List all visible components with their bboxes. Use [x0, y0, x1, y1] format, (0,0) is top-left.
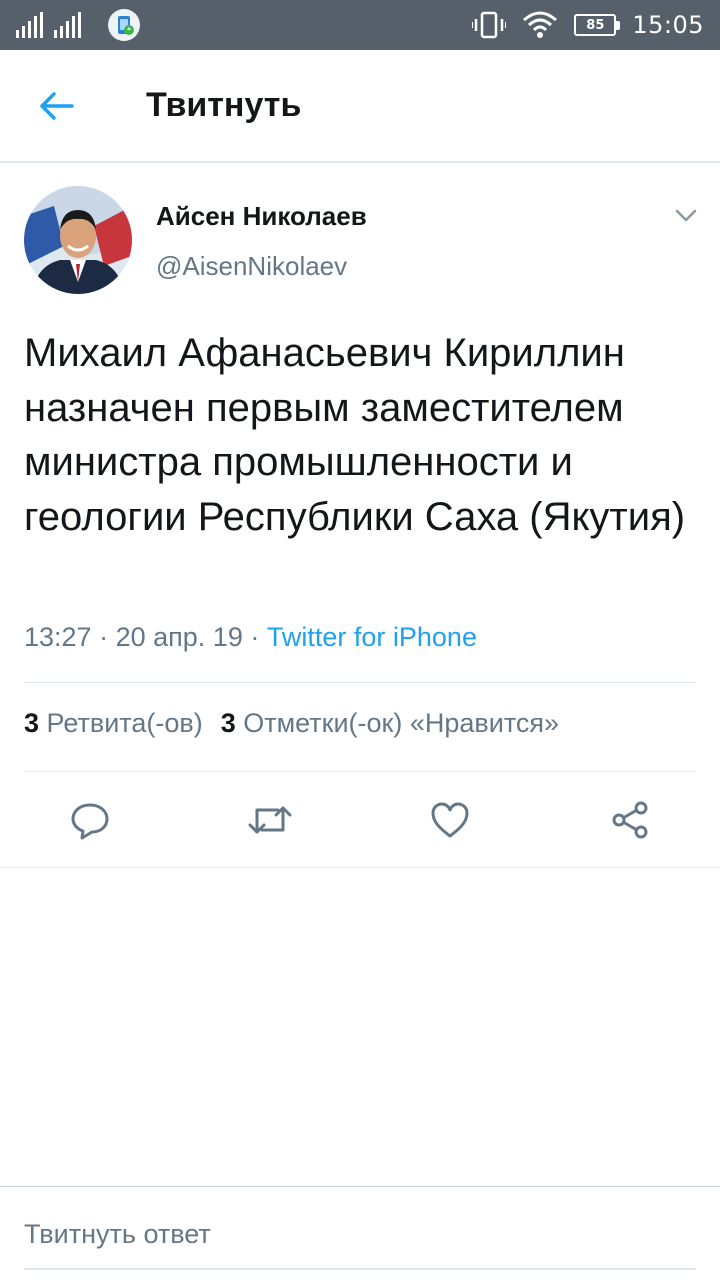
- reply-button[interactable]: [68, 798, 112, 842]
- like-button[interactable]: [428, 798, 472, 842]
- tweet-meta: 13:27 · 20 апр. 19 · Twitter for iPhone: [24, 622, 477, 653]
- retweet-icon: [248, 806, 292, 834]
- arrow-left-icon: [40, 92, 74, 120]
- author-handle[interactable]: @AisenNikolaev: [156, 251, 347, 282]
- meta-separator: ·: [250, 622, 260, 652]
- battery-level: 85: [586, 17, 605, 33]
- back-button[interactable]: [30, 84, 82, 128]
- tweet-date: 20 апр. 19: [115, 622, 243, 652]
- likes-count: 3: [220, 708, 236, 738]
- reply-icon: [71, 803, 109, 840]
- divider: [24, 682, 696, 683]
- wifi-icon: [523, 11, 558, 38]
- reply-bar: Твитнуть ответ: [0, 1186, 720, 1280]
- tweet-time: 13:27: [24, 622, 92, 652]
- app-header: Твитнуть: [0, 50, 720, 163]
- avatar[interactable]: [24, 186, 132, 294]
- status-bar: 85 15:05: [0, 0, 720, 50]
- divider: [0, 867, 720, 868]
- share-icon: [612, 801, 648, 839]
- retweets-stat[interactable]: 3 Ретвита(-ов): [24, 708, 203, 739]
- retweets-label: Ретвита(-ов): [46, 708, 203, 738]
- author-name[interactable]: Айсен Николаев: [156, 201, 367, 232]
- share-button[interactable]: [608, 798, 652, 842]
- tweet-source-link[interactable]: Twitter for iPhone: [267, 622, 477, 652]
- likes-label: Отметки(-ок) «Нравится»: [243, 708, 560, 738]
- tweet-actions: [0, 772, 720, 868]
- page-title: Твитнуть: [146, 86, 302, 124]
- chevron-down-icon: [675, 209, 697, 222]
- retweets-count: 3: [24, 708, 40, 738]
- battery-icon: 85: [574, 14, 621, 36]
- tweet-stats: 3 Ретвита(-ов) 3 Отметки(-ок) «Нравится»: [24, 708, 559, 739]
- tweet-options-button[interactable]: [668, 200, 704, 232]
- vibrate-icon: [472, 11, 507, 39]
- notification-app-icon: [108, 9, 140, 41]
- heart-icon: [431, 802, 469, 838]
- reply-input[interactable]: Твитнуть ответ: [24, 1219, 211, 1250]
- retweet-button[interactable]: [248, 798, 292, 842]
- tweet-text: Михаил Афанасьевич Кириллин назначен пер…: [24, 331, 686, 539]
- status-time: 15:05: [632, 11, 704, 39]
- reply-input-underline: [24, 1268, 696, 1270]
- signal-icon: [16, 12, 81, 38]
- meta-separator: ·: [99, 622, 109, 652]
- likes-stat[interactable]: 3 Отметки(-ок) «Нравится»: [221, 708, 559, 739]
